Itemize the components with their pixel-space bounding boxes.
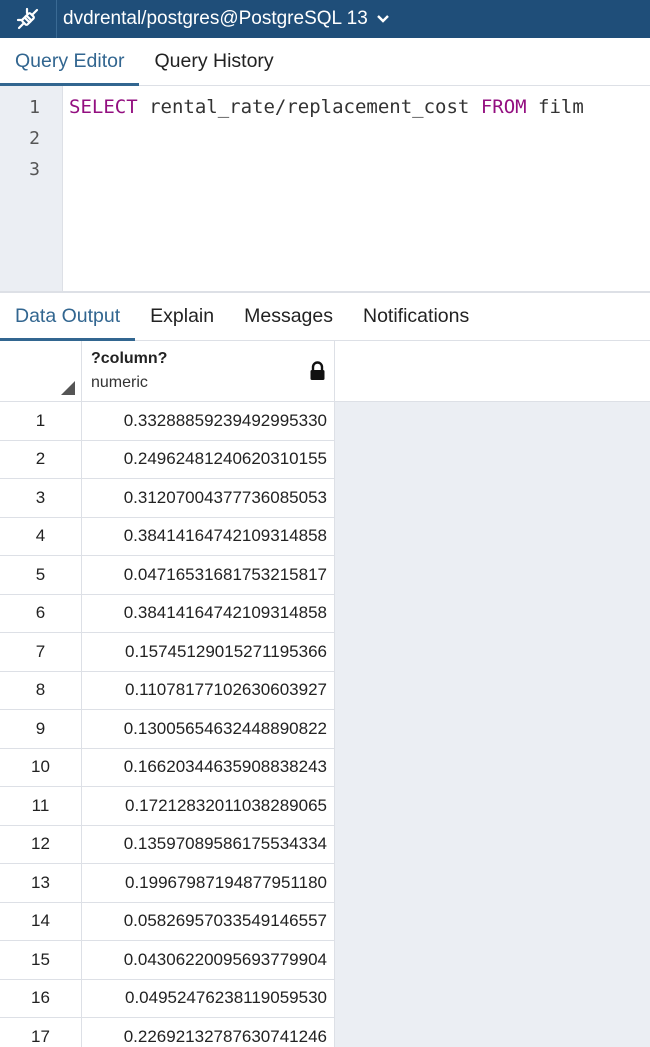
line-number: 2 bbox=[29, 128, 40, 149]
table-cell[interactable]: 0.38414164742109314858 bbox=[82, 517, 335, 555]
table-row[interactable]: 16 0.04952476238119059530 bbox=[0, 979, 335, 1018]
sql-editor[interactable]: 1 2 3 SELECT rental_rate/replacement_cos… bbox=[0, 86, 650, 293]
table-row[interactable]: 10 0.16620344635908838243 bbox=[0, 748, 335, 787]
table-row[interactable]: 6 0.38414164742109314858 bbox=[0, 594, 335, 633]
code-table: film bbox=[526, 96, 584, 118]
table-cell[interactable]: 0.24962481240620310155 bbox=[82, 440, 335, 478]
tab-data-output[interactable]: Data Output bbox=[0, 293, 136, 341]
table-row[interactable]: 8 0.11078177102630603927 bbox=[0, 671, 335, 710]
tab-messages[interactable]: Messages bbox=[229, 293, 348, 340]
table-cell[interactable]: 0.15745129015271195366 bbox=[82, 633, 335, 671]
row-number[interactable]: 12 bbox=[0, 825, 82, 863]
tab-explain[interactable]: Explain bbox=[135, 293, 229, 340]
connection-title: dvdrental/postgres@PostgreSQL 13 bbox=[63, 8, 368, 29]
row-number[interactable]: 16 bbox=[0, 979, 82, 1017]
tab-label: Messages bbox=[244, 305, 333, 327]
table-cell[interactable]: 0.33288859239492995330 bbox=[82, 402, 335, 440]
table-cell[interactable]: 0.04952476238119059530 bbox=[82, 979, 335, 1017]
table-row[interactable]: 7 0.15745129015271195366 bbox=[0, 633, 335, 672]
row-number[interactable]: 4 bbox=[0, 517, 82, 555]
tab-label: Explain bbox=[150, 305, 215, 327]
table-row[interactable]: 5 0.04716531681753215817 bbox=[0, 556, 335, 595]
table-cell[interactable]: 0.16620344635908838243 bbox=[82, 748, 335, 786]
tab-label: Notifications bbox=[363, 305, 470, 327]
tab-notifications[interactable]: Notifications bbox=[348, 293, 484, 340]
chevron-down-icon bbox=[376, 15, 389, 23]
row-number[interactable]: 2 bbox=[0, 440, 82, 478]
table-cell[interactable]: 0.31207004377736085053 bbox=[82, 479, 335, 517]
table-row[interactable]: 9 0.13005654632448890822 bbox=[0, 710, 335, 749]
column-name: ?column? bbox=[91, 350, 168, 367]
select-all-corner[interactable] bbox=[0, 341, 82, 401]
editor-tabs: Query Editor Query History bbox=[0, 38, 650, 86]
row-number[interactable]: 17 bbox=[0, 1018, 82, 1047]
row-number[interactable]: 10 bbox=[0, 748, 82, 786]
table-row[interactable]: 4 0.38414164742109314858 bbox=[0, 517, 335, 556]
grid-rows: 1 0.33288859239492995330 2 0.24962481240620… bbox=[0, 402, 335, 1047]
table-cell[interactable]: 0.11078177102630603927 bbox=[82, 671, 335, 709]
tab-label: Data Output bbox=[15, 305, 121, 327]
table-row[interactable]: 1 0.33288859239492995330 bbox=[0, 402, 335, 441]
table-cell[interactable]: 0.04306220095693779904 bbox=[82, 941, 335, 979]
row-number[interactable]: 13 bbox=[0, 864, 82, 902]
code-line-1[interactable]: SELECT rental_rate/replacement_cost FROM… bbox=[69, 96, 584, 118]
keyword-select: SELECT bbox=[69, 96, 138, 118]
row-number[interactable]: 11 bbox=[0, 787, 82, 825]
output-tabs: Data Output Explain Messages Notificatio… bbox=[0, 293, 650, 341]
row-number[interactable]: 15 bbox=[0, 941, 82, 979]
table-cell[interactable]: 0.13597089586175534334 bbox=[82, 825, 335, 863]
disconnected-plug-icon[interactable] bbox=[0, 0, 57, 38]
tab-query-editor[interactable]: Query Editor bbox=[0, 38, 140, 86]
lock-icon bbox=[310, 361, 325, 380]
table-row[interactable]: 2 0.24962481240620310155 bbox=[0, 440, 335, 479]
row-number[interactable]: 14 bbox=[0, 902, 82, 940]
grid-header: ?column? numeric bbox=[0, 341, 650, 402]
table-row[interactable]: 14 0.05826957033549146557 bbox=[0, 902, 335, 941]
tab-label: Query History bbox=[154, 50, 274, 72]
table-row[interactable]: 11 0.17212832011038289065 bbox=[0, 787, 335, 826]
table-cell[interactable]: 0.05826957033549146557 bbox=[82, 902, 335, 940]
table-cell[interactable]: 0.13005654632448890822 bbox=[82, 710, 335, 748]
tab-label: Query Editor bbox=[15, 50, 125, 72]
row-number[interactable]: 5 bbox=[0, 556, 82, 594]
table-row[interactable]: 3 0.31207004377736085053 bbox=[0, 479, 335, 518]
table-cell[interactable]: 0.04716531681753215817 bbox=[82, 556, 335, 594]
column-type: numeric bbox=[91, 374, 148, 391]
table-row[interactable]: 15 0.04306220095693779904 bbox=[0, 941, 335, 980]
data-output-grid: ?column? numeric 1 0.33288859239492995330… bbox=[0, 341, 650, 1047]
table-row[interactable]: 13 0.19967987194877951180 bbox=[0, 864, 335, 903]
row-number[interactable]: 3 bbox=[0, 479, 82, 517]
row-number[interactable]: 8 bbox=[0, 671, 82, 709]
line-number-gutter: 1 2 3 bbox=[0, 86, 63, 291]
row-number[interactable]: 1 bbox=[0, 402, 82, 440]
keyword-from: FROM bbox=[480, 96, 527, 118]
row-number[interactable]: 7 bbox=[0, 633, 82, 671]
table-cell[interactable]: 0.22692132787630741246 bbox=[82, 1018, 335, 1047]
table-row[interactable]: 12 0.13597089586175534334 bbox=[0, 825, 335, 864]
column-header[interactable]: ?column? numeric bbox=[82, 341, 335, 401]
row-number[interactable]: 6 bbox=[0, 594, 82, 632]
table-row[interactable]: 17 0.22692132787630741246 bbox=[0, 1018, 335, 1047]
line-number: 1 bbox=[29, 97, 40, 118]
tab-query-history[interactable]: Query History bbox=[139, 38, 288, 85]
line-number: 3 bbox=[29, 159, 40, 180]
table-cell[interactable]: 0.17212832011038289065 bbox=[82, 787, 335, 825]
code-expression: rental_rate/replacement_cost bbox=[137, 96, 481, 118]
table-cell[interactable]: 0.19967987194877951180 bbox=[82, 864, 335, 902]
corner-triangle-icon bbox=[61, 381, 75, 395]
connection-bar: dvdrental/postgres@PostgreSQL 13 bbox=[0, 0, 650, 38]
row-number[interactable]: 9 bbox=[0, 710, 82, 748]
connection-selector[interactable]: dvdrental/postgres@PostgreSQL 13 bbox=[63, 8, 390, 30]
table-cell[interactable]: 0.38414164742109314858 bbox=[82, 594, 335, 632]
